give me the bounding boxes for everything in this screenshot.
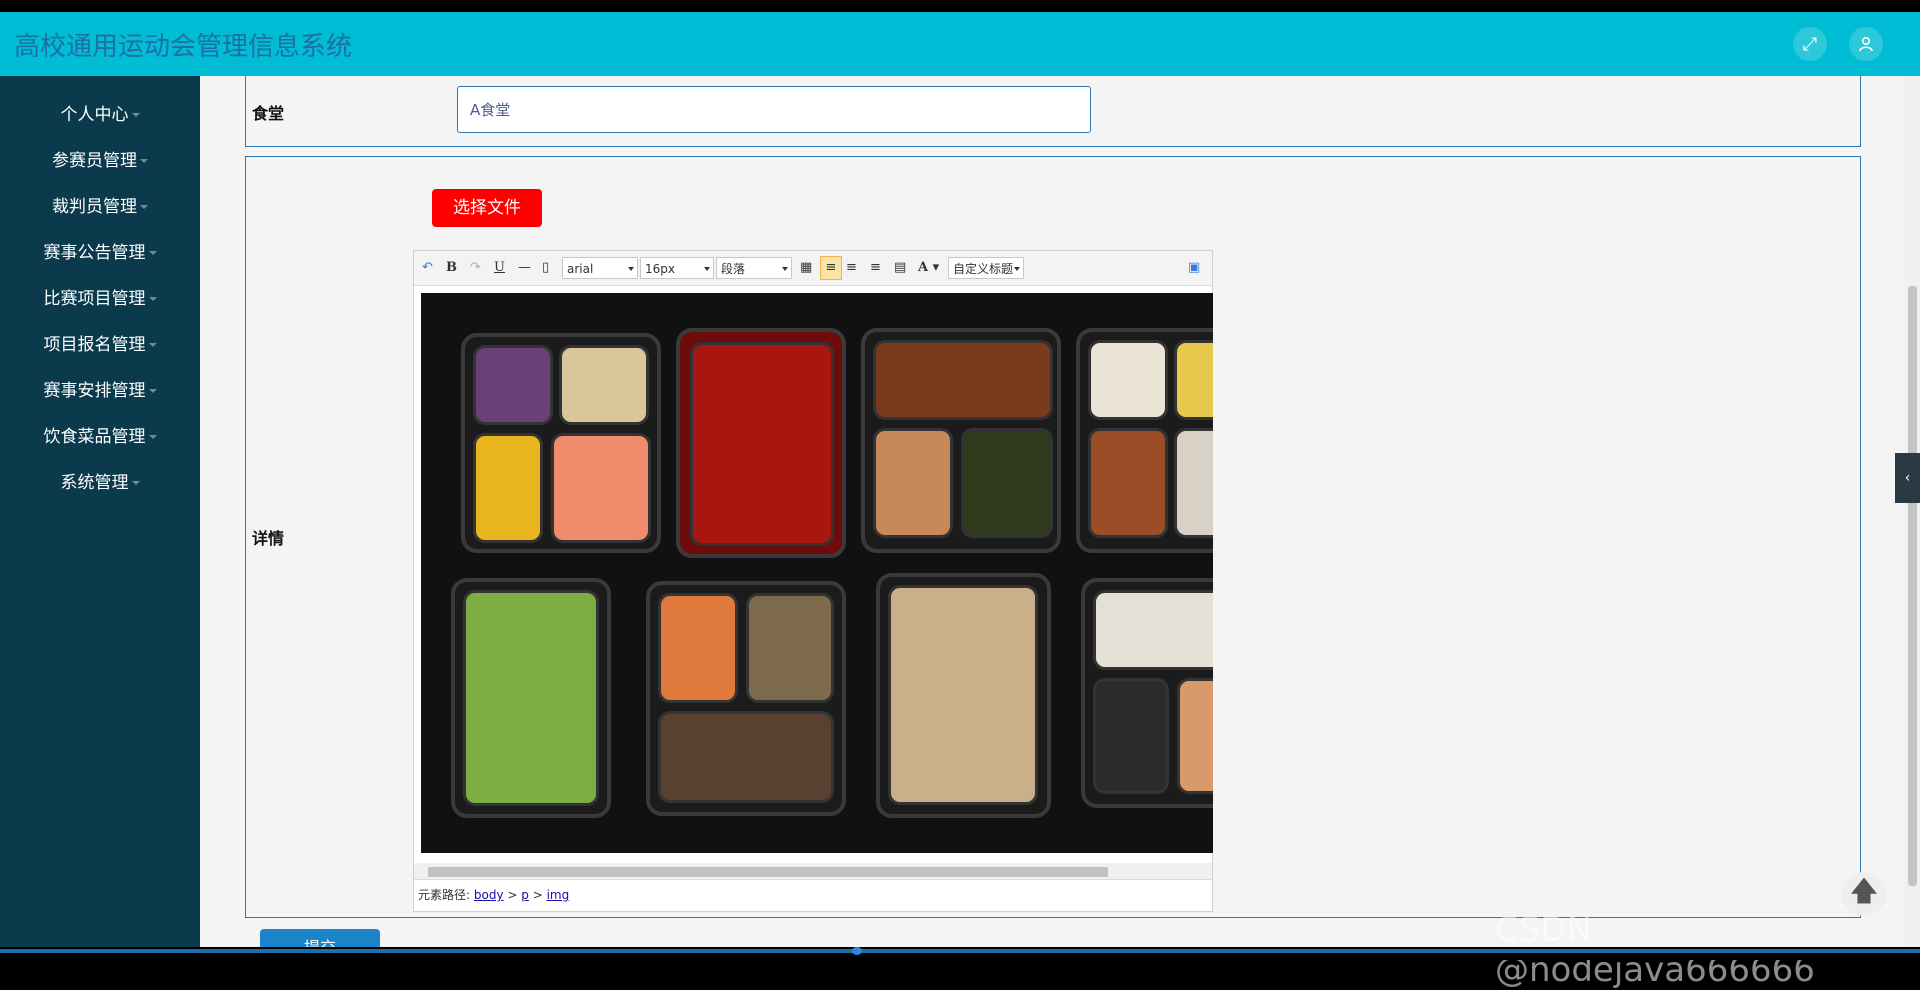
custom-title-select[interactable]: 自定义标题 <box>948 257 1024 279</box>
element-path-bar: 元素路径: body > p > img <box>414 879 1212 909</box>
top-header: 高校通用运动会管理信息系统 ⤢ <box>0 12 1920 76</box>
underline-icon[interactable]: U <box>494 260 505 275</box>
paragraph-select[interactable]: 段落 <box>716 257 792 279</box>
caret-down-icon <box>148 343 157 347</box>
page-vertical-scrollbar[interactable] <box>1905 76 1920 947</box>
font-color-icon[interactable]: A ▾ <box>918 260 939 275</box>
align-justify-icon[interactable]: ▤ <box>894 260 906 275</box>
align-center-icon[interactable]: ≡ <box>870 260 881 275</box>
sidebar-item-personal-center[interactable]: 个人中心 <box>0 100 200 125</box>
redo-icon[interactable]: ↷ <box>470 260 481 275</box>
scrollbar-thumb[interactable] <box>428 867 1108 877</box>
submit-button[interactable]: 提交 <box>260 929 380 947</box>
caret-down-icon <box>131 481 140 485</box>
app-window: 高校通用运动会管理信息系统 ⤢ 个人中心 参赛员管理 裁判员管理 赛事公告管理 … <box>0 12 1920 947</box>
align-left-icon[interactable]: ≡ <box>820 256 842 280</box>
sidebar-item-referees[interactable]: 裁判员管理 <box>0 192 200 217</box>
sidebar-item-athletes[interactable]: 参赛员管理 <box>0 146 200 171</box>
user-icon[interactable] <box>1849 27 1883 61</box>
font-size-select[interactable]: 16px <box>640 257 714 279</box>
horizontal-rule-icon[interactable]: — <box>518 260 531 275</box>
sidebar-item-registration[interactable]: 项目报名管理 <box>0 330 200 355</box>
editor-content-image <box>421 293 1213 853</box>
table-icon[interactable]: ▦ <box>800 260 812 275</box>
bottom-progress-bar <box>0 947 1920 960</box>
caret-down-icon <box>148 435 157 439</box>
bold-icon[interactable]: B <box>446 260 457 275</box>
undo-icon[interactable]: ↶ <box>422 260 433 275</box>
rich-text-editor: ↶ B ↷ U — ▯ arial 16px 段落 ▦ ≡ ≡ ≡ ▤ A ▾ … <box>413 250 1213 912</box>
editor-horizontal-scrollbar[interactable] <box>414 863 1212 879</box>
caret-down-icon <box>148 297 157 301</box>
chevron-left-icon[interactable]: ‹ <box>1895 453 1920 503</box>
fullscreen-icon[interactable]: ⤢ <box>1793 27 1827 61</box>
choose-file-button[interactable]: 选择文件 <box>432 189 542 227</box>
main-content: 食堂 A食堂 详情 选择文件 ↶ B ↷ U — ▯ arial 16px 段落… <box>200 76 1905 947</box>
caret-down-icon <box>148 389 157 393</box>
format-painter-icon[interactable]: ▯ <box>542 260 549 275</box>
align-right-icon[interactable]: ≡ <box>846 260 857 275</box>
form-row-canteen: 食堂 A食堂 <box>245 76 1861 147</box>
sidebar-item-schedule[interactable]: 赛事安排管理 <box>0 376 200 401</box>
sidebar-item-food[interactable]: 饮食菜品管理 <box>0 422 200 447</box>
caret-down-icon <box>148 251 157 255</box>
canteen-input[interactable]: A食堂 <box>457 86 1091 133</box>
editor-toolbar: ↶ B ↷ U — ▯ arial 16px 段落 ▦ ≡ ≡ ≡ ▤ A ▾ … <box>414 251 1212 286</box>
path-link-body[interactable]: body <box>474 888 504 902</box>
sidebar-item-announcements[interactable]: 赛事公告管理 <box>0 238 200 263</box>
form-row-detail: 详情 选择文件 ↶ B ↷ U — ▯ arial 16px 段落 ▦ ≡ ≡ … <box>245 156 1861 918</box>
caret-down-icon <box>140 205 148 209</box>
path-link-img[interactable]: img <box>547 888 570 902</box>
canteen-label: 食堂 <box>252 104 285 123</box>
path-link-p[interactable]: p <box>521 888 529 902</box>
sidebar-item-system[interactable]: 系统管理 <box>0 468 200 493</box>
detail-label: 详情 <box>252 529 285 548</box>
sidebar-item-events[interactable]: 比赛项目管理 <box>0 284 200 309</box>
preview-icon[interactable]: ▣ <box>1188 260 1200 275</box>
caret-down-icon <box>131 113 140 117</box>
font-family-select[interactable]: arial <box>562 257 638 279</box>
caret-down-icon <box>140 159 148 163</box>
scrollbar-thumb[interactable] <box>1908 286 1917 886</box>
sidebar: 个人中心 参赛员管理 裁判员管理 赛事公告管理 比赛项目管理 项目报名管理 赛事… <box>0 76 200 947</box>
app-title: 高校通用运动会管理信息系统 <box>14 32 353 62</box>
